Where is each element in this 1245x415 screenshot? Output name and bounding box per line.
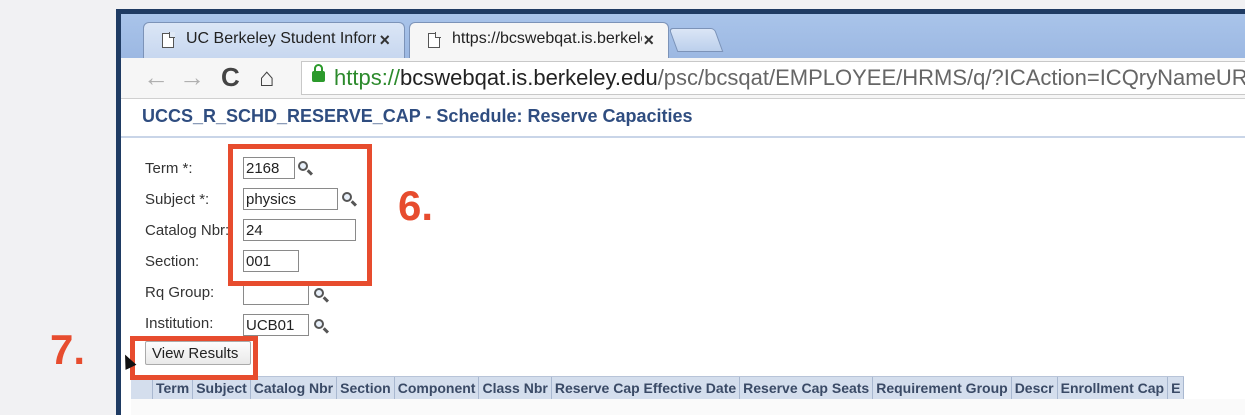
forward-arrow-icon[interactable]: → — [179, 62, 205, 92]
institution-input[interactable]: UCB01 — [243, 314, 309, 336]
reload-icon[interactable]: C — [221, 62, 240, 92]
new-tab-button[interactable] — [668, 28, 724, 52]
grid-header-cell[interactable]: E — [1168, 377, 1185, 399]
grid-header-cell[interactable]: Component — [395, 377, 480, 399]
annotation-box-6 — [228, 144, 372, 286]
grid-header-cell[interactable]: Term — [153, 377, 194, 399]
home-icon[interactable]: ⌂ — [259, 62, 275, 92]
back-arrow-icon[interactable]: ← — [143, 62, 169, 92]
page-icon — [162, 32, 175, 48]
tab-strip: UC Berkeley Student Inform × https://bcs… — [121, 14, 1245, 58]
grid-header-cell — [131, 377, 153, 399]
grid-header-cell[interactable]: Catalog Nbr — [251, 377, 338, 399]
rq-group-label: Rq Group: — [145, 284, 215, 301]
tab-student-information[interactable]: UC Berkeley Student Inform × — [143, 22, 405, 58]
grid-header-cell[interactable]: Reserve Cap Seats — [740, 377, 874, 399]
tab-query-url[interactable]: https://bcswebqat.is.berkele × — [409, 22, 669, 58]
grid-header-cell[interactable]: Class Nbr — [479, 377, 552, 399]
institution-label: Institution: — [145, 315, 214, 332]
close-icon[interactable]: × — [379, 30, 390, 51]
results-grid-body — [131, 399, 1245, 415]
address-bar[interactable]: https://bcswebqat.is.berkeley.edu/psc/bc… — [301, 61, 1245, 95]
lock-icon — [312, 64, 325, 82]
url-text: https://bcswebqat.is.berkeley.edu/psc/bc… — [334, 65, 1245, 90]
section-label: Section: — [145, 253, 200, 270]
grid-header-cell[interactable]: Section — [337, 377, 395, 399]
search-icon[interactable] — [314, 288, 324, 298]
catalog-label: Catalog Nbr: — [145, 222, 230, 239]
grid-header-cell[interactable]: Descr — [1012, 377, 1058, 399]
grid-header-cell[interactable]: Subject — [193, 377, 251, 399]
grid-header-cell[interactable]: Requirement Group — [873, 377, 1012, 399]
tab-title: UC Berkeley Student Inform — [186, 30, 376, 47]
annotation-box-7 — [130, 336, 258, 380]
grid-header-cell[interactable]: Reserve Cap Effective Date — [552, 377, 741, 399]
rq-group-input[interactable] — [243, 283, 309, 305]
subject-label: Subject *: — [145, 191, 210, 208]
title-divider — [121, 136, 1245, 138]
grid-header-cell[interactable]: Enrollment Cap — [1058, 377, 1169, 399]
step-7-label: 7. — [50, 326, 86, 373]
browser-toolbar: ← → C ⌂ https://bcswebqat.is.berkeley.ed… — [121, 58, 1245, 99]
search-icon[interactable] — [314, 319, 324, 329]
page-title: UCCS_R_SCHD_RESERVE_CAP - Schedule: Rese… — [142, 106, 693, 126]
close-icon[interactable]: × — [643, 30, 654, 51]
term-label: Term *: — [145, 160, 193, 177]
tab-title: https://bcswebqat.is.berkele — [452, 30, 642, 47]
step-6-label: 6. — [398, 182, 434, 229]
page-icon — [428, 32, 441, 48]
results-grid-header: Term Subject Catalog Nbr Section Compone… — [131, 376, 1185, 400]
